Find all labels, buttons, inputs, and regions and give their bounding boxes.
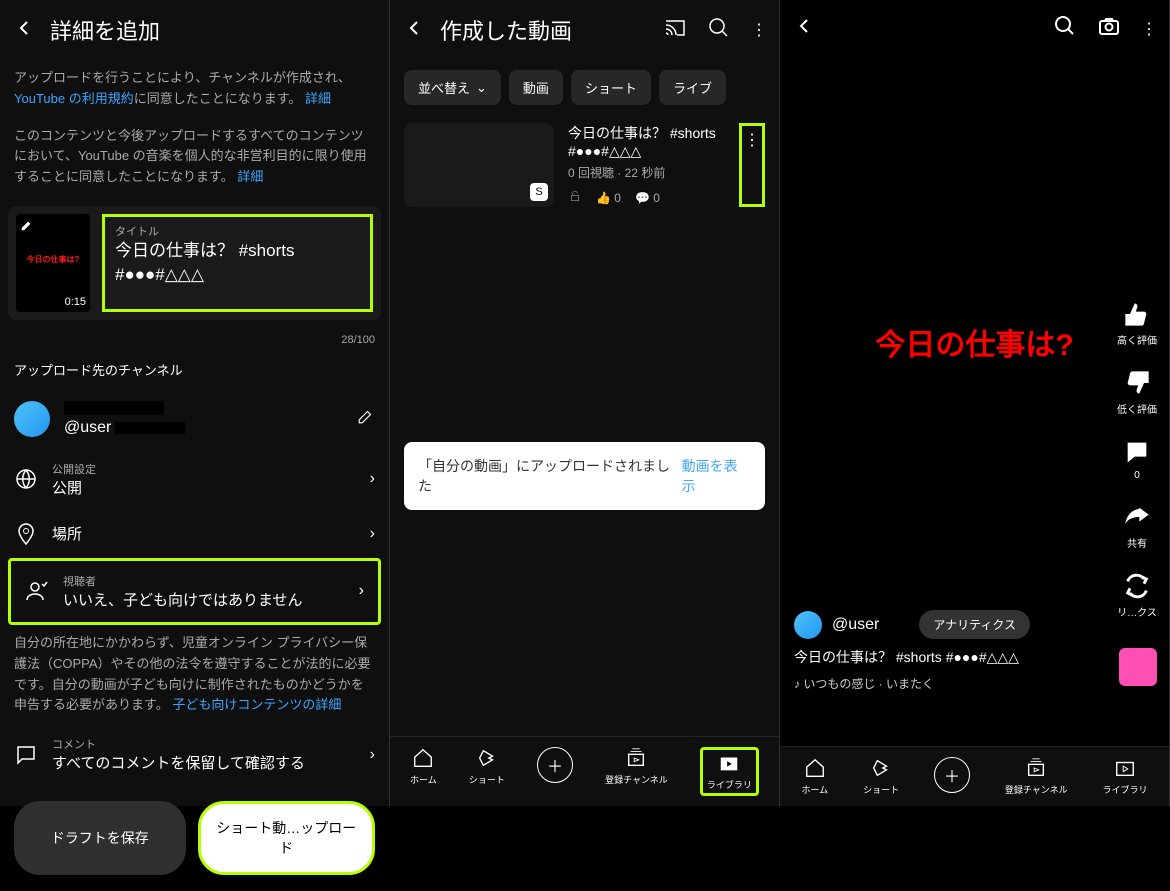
bottom-nav: ホーム ショート ＋ 登録チャンネル ライブラリ — [780, 746, 1169, 806]
search-icon[interactable] — [707, 16, 731, 45]
edit-icon[interactable] — [357, 407, 375, 430]
music-notice: このコンテンツと今後アップロードするすべてのコンテンツにおいて、YouTube … — [0, 118, 389, 196]
lock-icon — [568, 189, 582, 206]
upload-channel-label: アップロード先のチャンネル — [0, 350, 389, 389]
video-thumbnail[interactable]: S — [404, 123, 554, 207]
sort-button[interactable]: 並べ替え ⌄ — [404, 70, 501, 105]
video-title: 今日の仕事は？ #shorts #●●●#△△△ — [568, 123, 725, 160]
nav-shorts[interactable]: ショート — [469, 747, 505, 796]
camera-icon[interactable] — [1097, 14, 1121, 43]
tos-link[interactable]: YouTube の利用規約 — [14, 91, 134, 106]
video-more-icon[interactable]: ⋮ — [739, 123, 765, 207]
tab-shorts[interactable]: ショート — [571, 70, 651, 105]
more-icon[interactable]: ⋮ — [751, 20, 767, 40]
comments-row[interactable]: コメントすべてのコメントを保留して確認する › — [0, 724, 389, 785]
back-icon[interactable] — [402, 16, 426, 45]
nav-shorts[interactable]: ショート — [863, 757, 899, 796]
shorts-badge-icon: S — [530, 183, 548, 201]
nav-subs[interactable]: 登録チャンネル — [1005, 757, 1068, 796]
nav-create[interactable]: ＋ — [537, 747, 573, 796]
more-link-2[interactable]: 詳細 — [237, 169, 263, 184]
audience-row[interactable]: 視聴者いいえ、子ども向けではありません › — [8, 558, 381, 625]
nav-library[interactable]: ライブラリ — [1102, 757, 1147, 796]
show-video-link[interactable]: 動画を表示 — [682, 456, 751, 496]
chevron-right-icon: › — [370, 470, 375, 488]
page-title: 作成した動画 — [440, 14, 572, 46]
globe-icon — [14, 467, 38, 491]
user-avatar[interactable] — [794, 611, 822, 639]
tab-video[interactable]: 動画 — [509, 70, 563, 105]
more-link[interactable]: 詳細 — [305, 91, 331, 106]
draft-button[interactable]: ドラフトを保存 — [14, 801, 186, 875]
comment-icon — [14, 743, 38, 767]
chevron-down-icon: ⌄ — [476, 80, 487, 96]
tab-live[interactable]: ライブ — [659, 70, 726, 105]
back-icon[interactable] — [12, 16, 36, 45]
share-button[interactable]: 共有 — [1123, 503, 1151, 550]
location-row[interactable]: 場所 › — [0, 510, 389, 558]
video-meta: 0 回視聴 · 22 秒前 — [568, 164, 725, 181]
username[interactable]: @user — [832, 616, 879, 634]
like-stat: 👍 0 — [596, 191, 621, 205]
comment-stat: 💬 0 — [635, 191, 660, 205]
channel-row[interactable]: @user — [0, 389, 389, 449]
chevron-right-icon: › — [370, 525, 375, 543]
char-counter: 28/100 — [0, 330, 389, 350]
search-icon[interactable] — [1053, 14, 1077, 43]
avatar — [14, 401, 50, 437]
video-overlay-text: 今日の仕事は? — [875, 320, 1073, 364]
video-list-item[interactable]: S 今日の仕事は？ #shorts #●●●#△△△ 0 回視聴 · 22 秒前… — [390, 115, 779, 215]
comments-button[interactable]: 0 — [1123, 438, 1151, 481]
upload-notice: アップロードを行うことにより、チャンネルが作成され、YouTube の利用規約に… — [0, 60, 389, 118]
nav-library[interactable]: ライブラリ — [700, 747, 759, 796]
upload-toast: 「自分の動画」にアップロードされました 動画を表示 — [404, 442, 765, 510]
coppa-notice: 自分の所在地にかかわらず、児童オンライン プライバシー保護法（COPPA）やその… — [0, 625, 389, 724]
page-title: 詳細を追加 — [50, 14, 160, 46]
chevron-right-icon: › — [359, 582, 364, 600]
edit-icon[interactable] — [20, 218, 34, 237]
upload-button[interactable]: ショート動…ップロード — [198, 801, 376, 875]
location-icon — [14, 522, 38, 546]
visibility-row[interactable]: 公開設定公開 › — [0, 449, 389, 510]
nav-subs[interactable]: 登録チャンネル — [605, 747, 668, 796]
nav-home[interactable]: ホーム — [410, 747, 437, 796]
bottom-nav: ホーム ショート ＋ 登録チャンネル ライブラリ — [390, 736, 779, 806]
sound-disc[interactable] — [1119, 648, 1157, 686]
nav-home[interactable]: ホーム — [801, 757, 828, 796]
like-button[interactable]: 高く評価 — [1117, 300, 1157, 347]
analytics-button[interactable]: アナリティクス — [919, 610, 1030, 639]
back-icon[interactable] — [792, 14, 816, 43]
remix-button[interactable]: リ…クス — [1117, 572, 1157, 619]
more-icon[interactable]: ⋮ — [1141, 19, 1157, 39]
nav-create[interactable]: ＋ — [934, 757, 970, 796]
audience-icon — [25, 579, 49, 603]
title-input[interactable]: タイトル 今日の仕事は？ #shorts #●●●#△△△ — [102, 214, 373, 312]
short-caption: 今日の仕事は？ #shorts #●●●#△△△ — [794, 647, 1099, 667]
dislike-button[interactable]: 低く評価 — [1117, 369, 1157, 416]
coppa-link[interactable]: 子ども向けコンテンツの詳細 — [172, 697, 341, 712]
chevron-right-icon: › — [370, 746, 375, 764]
music-info[interactable]: ♪ いつもの感じ · いまたく — [794, 675, 1099, 692]
video-thumbnail[interactable]: 今日の仕事は? 0:15 — [16, 214, 90, 312]
cast-icon[interactable] — [663, 16, 687, 45]
